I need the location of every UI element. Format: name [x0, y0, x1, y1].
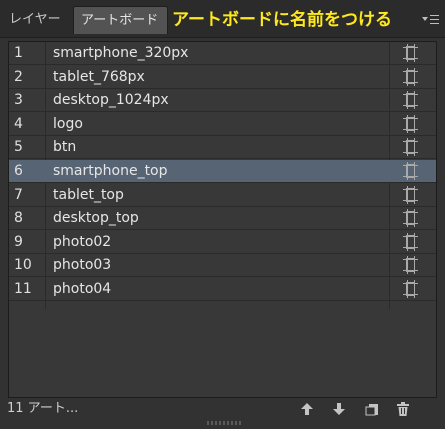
artboard-icon[interactable] — [389, 42, 435, 65]
artboard-icon[interactable] — [389, 66, 435, 89]
artboard-name[interactable]: tablet_768px — [53, 66, 145, 89]
artboard-number: 11 — [14, 281, 32, 297]
artboard-number: 10 — [14, 257, 32, 273]
artboard-number: 1 — [14, 45, 23, 61]
trash-icon[interactable] — [395, 401, 411, 417]
arrow-down-icon[interactable] — [331, 401, 347, 417]
artboard-row[interactable]: 6 smartphone_top — [9, 160, 436, 183]
artboard-icon[interactable] — [389, 160, 435, 183]
artboard-icon[interactable] — [389, 207, 435, 230]
new-artboard-icon[interactable] — [364, 401, 380, 417]
artboard-name[interactable]: tablet_top — [53, 184, 124, 207]
artboard-row[interactable]: 4 logo — [9, 113, 436, 136]
tab-layers[interactable]: レイヤー — [2, 6, 72, 34]
artboard-number: 8 — [14, 210, 23, 226]
title-overlay: アートボードに名前をつける — [172, 10, 392, 30]
artboard-row[interactable]: 1 smartphone_320px — [9, 42, 436, 65]
artboard-number: 4 — [14, 116, 23, 132]
artboard-name[interactable]: photo02 — [53, 231, 111, 254]
artboard-row[interactable]: 5 btn — [9, 136, 436, 159]
tab-artboards[interactable]: アートボード — [73, 6, 168, 34]
panel-footer: 11 アート... — [0, 399, 445, 429]
artboard-icon[interactable] — [389, 89, 435, 112]
artboard-row[interactable]: 2 tablet_768px — [9, 66, 436, 89]
artboard-icon[interactable] — [389, 136, 435, 159]
artboard-icon[interactable] — [389, 278, 435, 301]
artboard-name[interactable]: photo04 — [53, 278, 111, 301]
panel-menu-icon[interactable] — [420, 14, 442, 26]
artboard-number: 7 — [14, 187, 23, 203]
artboard-row[interactable]: 9 photo02 — [9, 231, 436, 254]
artboard-name[interactable]: desktop_top — [53, 207, 139, 230]
artboard-number: 9 — [14, 234, 23, 250]
artboard-name[interactable]: desktop_1024px — [53, 89, 169, 112]
arrow-up-icon[interactable] — [299, 401, 315, 417]
artboard-name[interactable]: smartphone_top — [53, 160, 168, 183]
artboard-icon[interactable] — [389, 113, 435, 136]
artboard-count-label: 11 アート... — [7, 401, 79, 416]
artboard-number: 6 — [14, 163, 23, 179]
artboard-icon[interactable] — [389, 184, 435, 207]
artboard-icon[interactable] — [389, 254, 435, 277]
resize-grip[interactable] — [207, 421, 241, 425]
artboard-row[interactable]: 11 photo04 — [9, 278, 436, 301]
artboard-row[interactable]: 8 desktop_top — [9, 207, 436, 230]
artboard-number: 5 — [14, 139, 23, 155]
artboard-name[interactable]: photo03 — [53, 254, 111, 277]
artboard-name[interactable]: smartphone_320px — [53, 42, 188, 65]
artboard-name[interactable]: logo — [53, 113, 83, 136]
artboard-list: 1 smartphone_320px 2 tablet_768px 3 desktop_1… — [8, 41, 437, 398]
panel-tab-bar: レイヤー アートボード アートボードに名前をつける — [0, 0, 445, 38]
artboard-name[interactable]: btn — [53, 136, 76, 159]
artboard-icon[interactable] — [389, 231, 435, 254]
artboard-number: 2 — [14, 69, 23, 85]
artboard-number: 3 — [14, 92, 23, 108]
artboard-row[interactable]: 7 tablet_top — [9, 184, 436, 207]
artboard-row[interactable]: 10 photo03 — [9, 254, 436, 277]
artboard-row[interactable]: 3 desktop_1024px — [9, 89, 436, 112]
